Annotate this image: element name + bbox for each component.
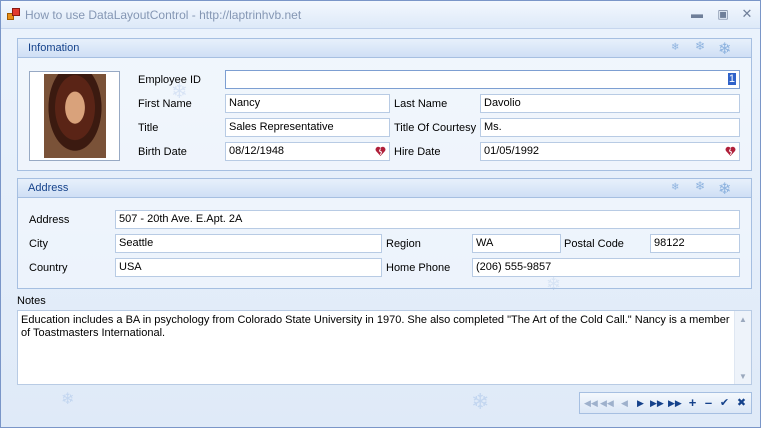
home-phone-label: Home Phone [386,262,451,274]
snowflake-icon: ❄ [718,41,732,58]
address-group-title: Address [28,182,69,194]
title-of-courtesy-field[interactable]: Ms. [480,118,740,137]
notes-scrollbar[interactable]: ▲ ▼ [734,311,751,384]
main-window: How to use DataLayoutControl - http://la… [0,0,761,428]
last-record-icon[interactable]: ▶▶ [668,396,682,410]
portrait-image [44,74,106,158]
country-label: Country [29,262,68,274]
employee-id-label: Employee ID [138,74,201,86]
previous-record-icon[interactable]: ◀ [618,396,631,410]
region-field[interactable]: WA [472,234,561,253]
hire-date-label: Hire Date [394,146,441,158]
information-group-header[interactable]: Infomation ❄ ❄ ❄ [18,39,751,58]
notes-label: Notes [17,295,46,307]
scroll-down-icon[interactable]: ▼ [739,372,747,381]
title-field[interactable]: Sales Representative [225,118,390,137]
next-page-icon[interactable]: ▶▶ [650,396,664,410]
data-navigator: ◀◀ ◀◀ ◀ ▶ ▶▶ ▶▶ + – ✔ ✖ [579,392,752,414]
cancel-edit-icon[interactable]: ✖ [735,396,748,410]
end-edit-icon[interactable]: ✔ [718,396,731,410]
hire-date-value: 01/05/1992 [484,145,540,157]
date-picker-icon[interactable] [725,146,736,157]
scroll-up-icon[interactable]: ▲ [739,315,747,324]
maximize-icon[interactable]: ▣ [715,7,731,21]
previous-page-icon[interactable]: ◀◀ [600,396,614,410]
address-label: Address [29,214,70,226]
app-icon[interactable] [7,8,21,21]
title-of-courtesy-label: Title Of Courtesy [394,122,477,134]
minimize-icon[interactable]: ▬ [689,7,705,21]
snowflake-icon: ❄ [671,42,680,53]
append-icon[interactable]: + [686,396,699,410]
city-field[interactable]: Seattle [115,234,382,253]
snowflake-icon: ❄ [695,39,706,53]
window-title: How to use DataLayoutControl - http://la… [25,8,302,22]
country-field[interactable]: USA [115,258,382,277]
home-phone-field[interactable]: (206) 555-9857 [472,258,740,277]
information-group-title: Infomation [28,42,80,54]
postal-code-field[interactable]: 98122 [650,234,740,253]
notes-memo[interactable]: Education includes a BA in psychology fr… [17,310,752,385]
first-record-icon[interactable]: ◀◀ [584,396,598,410]
next-record-icon[interactable]: ▶ [634,396,647,410]
hire-date-field[interactable]: 01/05/1992 [480,142,740,161]
birth-date-field[interactable]: 08/12/1948 [225,142,390,161]
notes-text[interactable]: Education includes a BA in psychology fr… [21,314,733,340]
postal-code-label: Postal Code [564,238,624,250]
region-label: Region [386,238,421,250]
first-name-label: First Name [138,98,192,110]
close-icon[interactable]: ✕ [739,7,755,21]
first-name-field[interactable]: Nancy [225,94,390,113]
employee-id-value: 1 [727,73,736,85]
employee-photo[interactable] [29,71,120,161]
snowflake-decoration-icon: ❄ [61,391,75,408]
snowflake-icon: ❄ [718,181,732,198]
snowflake-icon: ❄ [671,182,680,193]
snowflake-decoration-icon: ❄ [471,389,490,414]
birth-date-value: 08/12/1948 [229,145,285,157]
address-field[interactable]: 507 - 20th Ave. E.Apt. 2A [115,210,740,229]
title-bar[interactable]: How to use DataLayoutControl - http://la… [1,1,760,29]
address-group-header[interactable]: Address ❄ ❄ ❄ [18,179,751,198]
birth-date-label: Birth Date [138,146,187,158]
date-picker-icon[interactable] [375,146,386,157]
title-label: Title [138,122,159,134]
remove-icon[interactable]: – [702,396,715,410]
last-name-label: Last Name [394,98,448,110]
employee-id-field[interactable]: 1 [225,70,740,89]
city-label: City [29,238,48,250]
last-name-field[interactable]: Davolio [480,94,740,113]
snowflake-icon: ❄ [695,179,706,193]
